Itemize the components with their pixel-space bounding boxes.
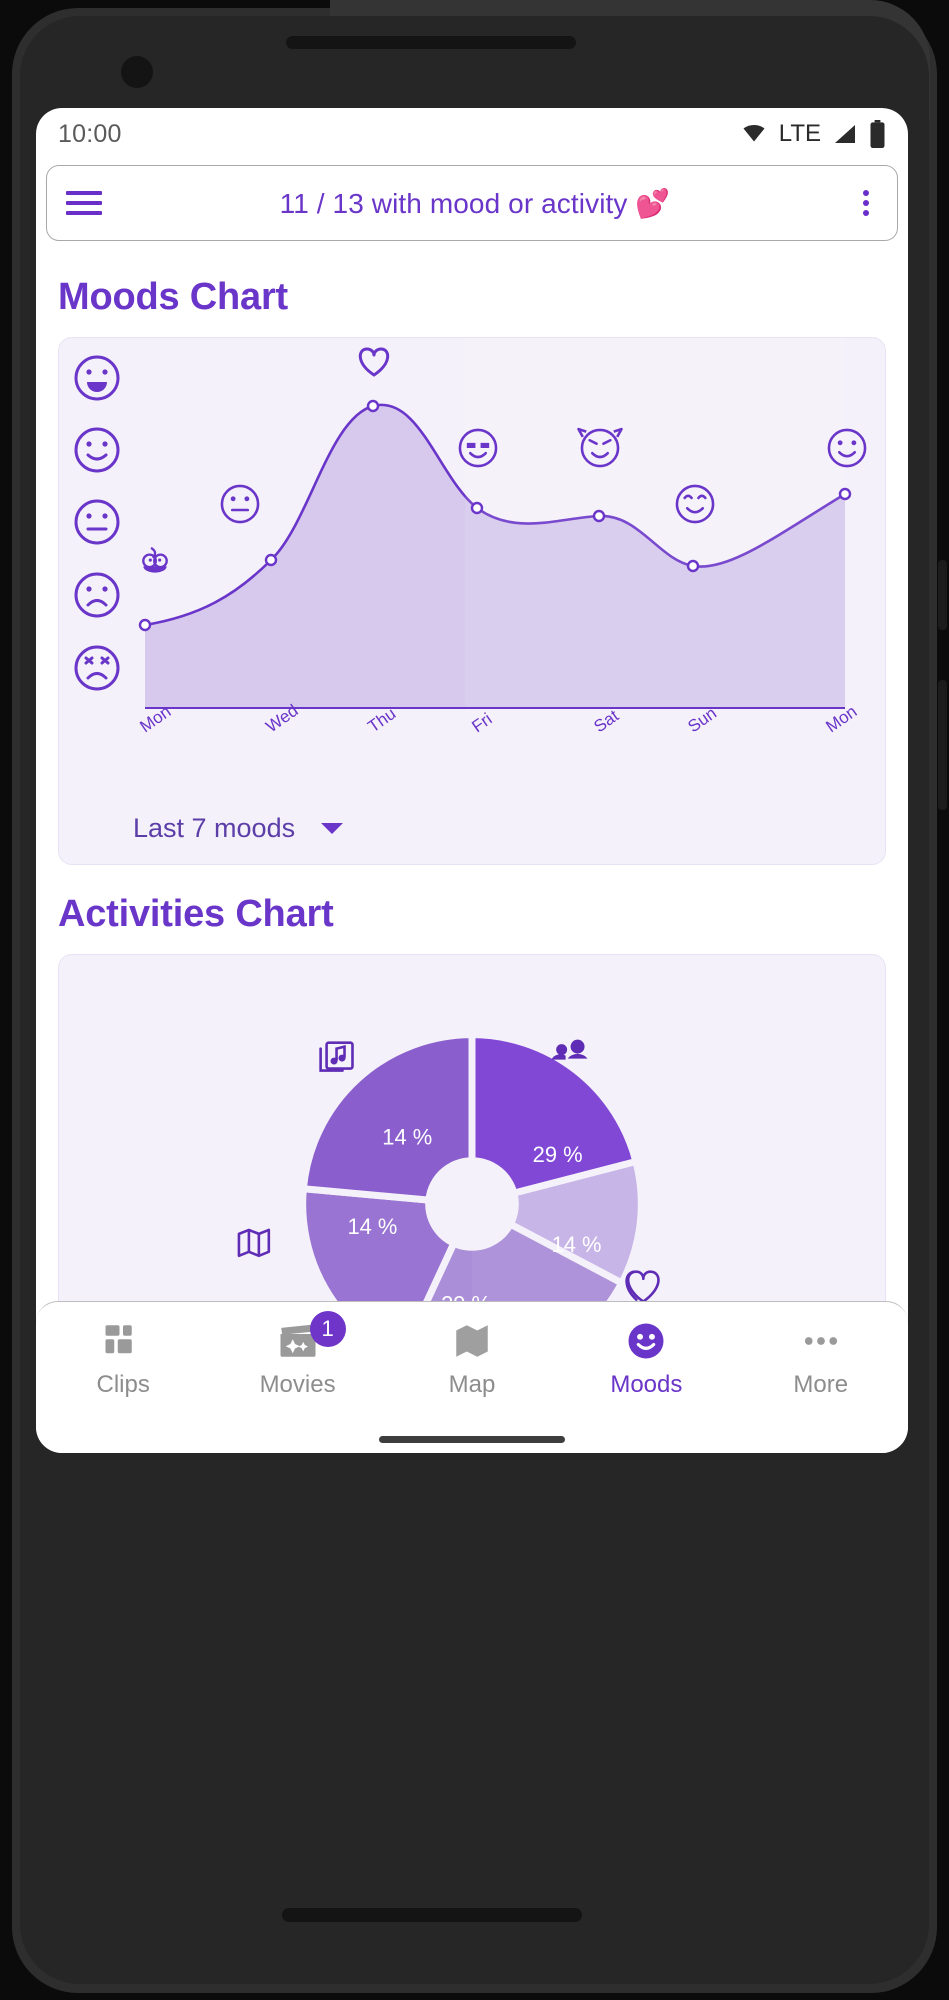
app-bar-title: 11 / 13 with mood or activity 💕 [279,187,671,219]
nav-item-clips[interactable]: Clips [43,1320,203,1399]
app-bar: 11 / 13 with mood or activity 💕 [46,165,898,241]
earpiece-speaker [286,36,576,49]
bottom-navigation-bar: Clips 1 Movies Map Moods More [36,1301,908,1453]
moods-range-label: Last 7 moods [133,813,296,843]
hamburger-menu-button[interactable] [47,185,121,220]
pie-label-music: 14 % [382,1124,432,1149]
sad-face-icon [74,572,120,618]
home-indicator [379,1436,565,1443]
hamburger-menu-icon [66,185,102,220]
x-tick-3: Fri [468,709,495,736]
nav-item-map[interactable]: Map [392,1320,552,1399]
movies-badge: 1 [309,1311,346,1347]
scroll-content[interactable]: Moods Chart Mon Wed Thu Fri Sat Sun Mon … [36,248,908,1453]
x-tick-4: Sat [590,706,622,736]
overflow-menu-button[interactable] [835,185,897,221]
neutral-face-icon [220,484,260,524]
pie-label-heart: 14 % [552,1232,602,1257]
pie-label-map: 14 % [347,1214,397,1239]
phone-frame: 10:00 LTE 11 / 13 with mood or activity … [0,0,949,2000]
pie-donut-hole [425,1157,519,1251]
moods-range-dropdown[interactable]: Last 7 moods [133,813,344,844]
nav-item-more[interactable]: More [741,1320,901,1399]
front-camera [121,56,153,88]
signal-icon [835,125,855,143]
nav-label-more: More [793,1371,849,1398]
battery-icon [870,120,885,148]
very-happy-face-icon [74,355,120,401]
map-icon [237,1228,271,1258]
power-button[interactable] [938,680,947,810]
moods-chart-title: Moods Chart [58,276,289,318]
ellipsis-icon [804,1337,837,1345]
volume-up-button[interactable] [938,560,947,630]
map-icon [456,1325,488,1357]
poop-icon [142,547,168,573]
neutral-face-icon [74,499,120,545]
smiley-face-icon [628,1323,664,1359]
network-type-label: LTE [778,120,821,147]
very-sad-face-icon [74,645,120,691]
clips-grid-icon [105,1325,132,1354]
nav-label-clips: Clips [96,1371,150,1398]
heart-icon [358,347,390,377]
nav-label-map: Map [448,1371,496,1398]
nav-label-movies: Movies [259,1371,336,1398]
status-time: 10:00 [58,119,122,148]
music-photos-icon [319,1041,354,1072]
bottom-speaker [282,1908,582,1922]
moods-chart-card: Mon Wed Thu Fri Sat Sun Mon Last 7 moods [58,337,886,865]
status-bar: 10:00 LTE [36,108,908,160]
happy-face-icon [74,427,120,473]
wifi-icon [743,125,765,142]
nav-label-moods: Moods [610,1371,683,1398]
activities-chart-title: Activities Chart [58,893,334,935]
kebab-menu-icon [863,185,869,221]
nav-item-moods[interactable]: Moods [566,1320,726,1399]
pie-label-people: 29 % [533,1142,583,1167]
mood-scale-icons [74,355,120,691]
moods-area-chart[interactable]: Mon Wed Thu Fri Sat Sun Mon [59,338,887,778]
phone-screen: 10:00 LTE 11 / 13 with mood or activity … [36,108,908,1453]
chevron-down-icon [321,823,344,834]
nav-item-movies[interactable]: 1 Movies [218,1311,378,1399]
